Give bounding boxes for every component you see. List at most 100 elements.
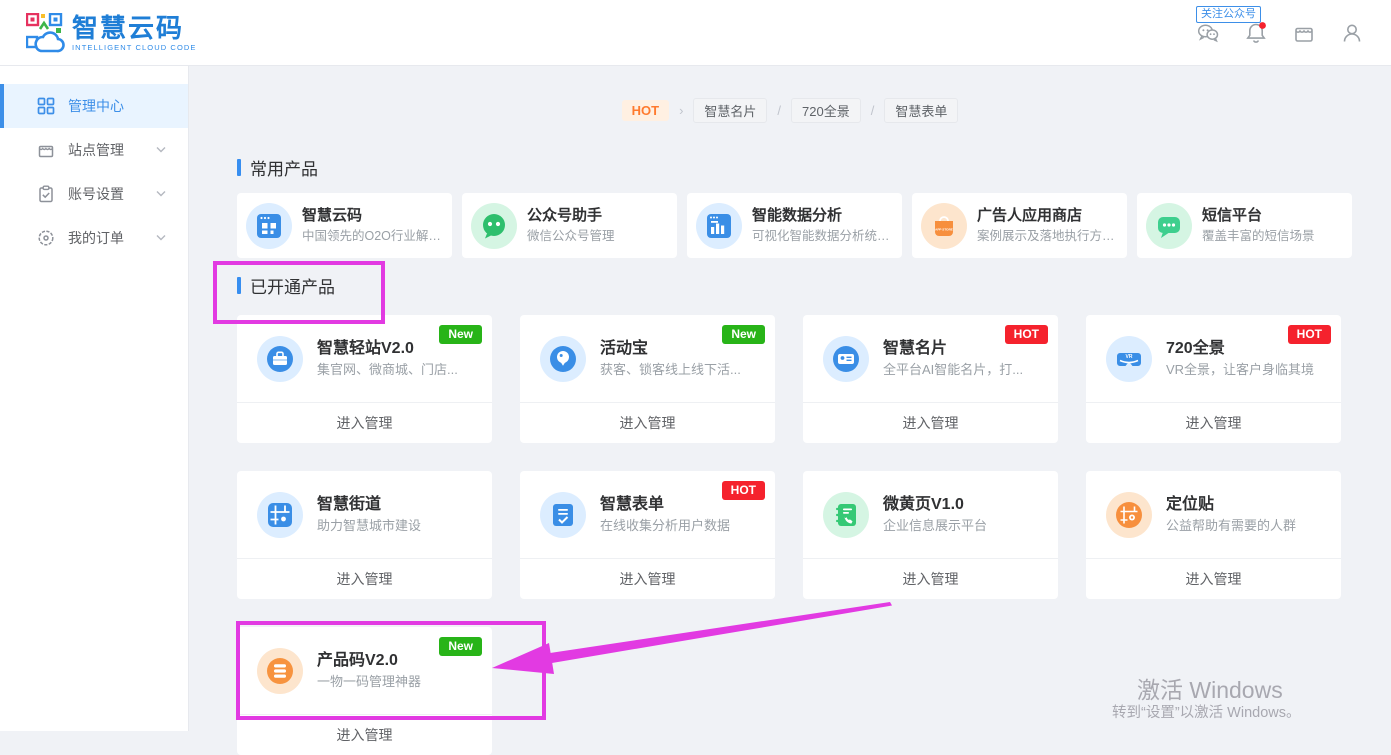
street-map-icon: [257, 492, 303, 538]
card-light-site[interactable]: New 智慧轻站V2.0 集官网、微商城、门店... 进入管理: [237, 315, 492, 443]
wechat-icon[interactable]: [1196, 21, 1220, 45]
logo-qr-cloud-icon: [26, 13, 66, 53]
clipboard-check-icon: [37, 185, 55, 203]
product-title: 智慧名片: [883, 339, 1023, 359]
grid-icon: [37, 97, 55, 115]
id-card-icon: [823, 336, 869, 382]
hot-badge: HOT: [1288, 325, 1331, 344]
svg-text:APP STORE: APP STORE: [935, 227, 953, 231]
user-icon[interactable]: [1340, 21, 1364, 45]
hot-tag[interactable]: HOT: [622, 100, 669, 121]
title-accent-bar: [237, 159, 241, 176]
enter-manage-button[interactable]: 进入管理: [1086, 558, 1341, 599]
storefront-icon: [37, 141, 55, 159]
product-title: 智慧表单: [600, 495, 730, 515]
breadcrumb-item-smart-form[interactable]: 智慧表单: [884, 98, 958, 123]
app-logo[interactable]: 智慧云码 INTELLIGENT CLOUD CODE: [26, 13, 197, 53]
title-accent-bar: [237, 277, 241, 294]
card-smart-form[interactable]: HOT 智慧表单 在线收集分析用户数据 进入管理: [520, 471, 775, 599]
sidebar-item-label: 我的订单: [68, 228, 124, 248]
card-ad-app-store[interactable]: APP STORE 广告人应用商店 案例展示及落地执行方案下载: [912, 193, 1127, 258]
sidebar-item-label: 站点管理: [68, 140, 124, 160]
store-icon[interactable]: [1292, 21, 1316, 45]
product-title: 活动宝: [600, 339, 741, 359]
bar-chart-icon: [696, 203, 742, 249]
product-desc: 案例展示及落地执行方案下载: [977, 228, 1127, 245]
hot-badge: HOT: [722, 481, 765, 500]
section-title-opened: 已开通产品: [237, 273, 335, 298]
product-title: 公众号助手: [527, 206, 615, 226]
product-title: 短信平台: [1202, 206, 1315, 226]
breadcrumb-item-720-panorama[interactable]: 720全景: [791, 98, 861, 123]
product-title: 定位贴: [1166, 495, 1296, 515]
card-official-account-helper[interactable]: 公众号助手 微信公众号管理: [462, 193, 677, 258]
enter-manage-button[interactable]: 进入管理: [237, 558, 492, 599]
product-desc: 微信公众号管理: [527, 228, 615, 245]
qr-browser-icon: [246, 203, 292, 249]
product-title: 产品码V2.0: [317, 651, 421, 671]
breadcrumb-chevron: ›: [679, 103, 683, 118]
product-desc: 覆盖丰富的短信场景: [1202, 228, 1315, 245]
product-desc: 一物一码管理神器: [317, 673, 421, 690]
enter-manage-button[interactable]: 进入管理: [520, 558, 775, 599]
order-icon: [37, 229, 55, 247]
product-title: 微黄页V1.0: [883, 495, 987, 515]
product-desc: 集官网、微商城、门店...: [317, 361, 458, 378]
enter-manage-button[interactable]: 进入管理: [1086, 402, 1341, 443]
sidebar-item-account-settings[interactable]: 账号设置: [0, 172, 188, 216]
product-code-icon: [257, 648, 303, 694]
new-badge: New: [722, 325, 765, 344]
wechat-bubble-icon: [471, 203, 517, 249]
product-title: 智慧街道: [317, 495, 421, 515]
enter-manage-button[interactable]: 进入管理: [237, 714, 492, 755]
briefcase-icon: [257, 336, 303, 382]
card-720-panorama[interactable]: HOT VR 720全景 VR全景，让客户身临其境 进入管理: [1086, 315, 1341, 443]
chevron-down-icon: [156, 190, 166, 197]
card-smart-cloud-code[interactable]: 智慧云码 中国领先的O2O行业解决方...: [237, 193, 452, 258]
sidebar-item-label: 账号设置: [68, 184, 124, 204]
sidebar-item-my-orders[interactable]: 我的订单: [0, 216, 188, 260]
section-title-common: 常用产品: [237, 155, 318, 180]
location-pin-icon: [1106, 492, 1152, 538]
sidebar: 管理中心 站点管理 账号设置 我的订单: [0, 66, 189, 731]
card-location-sticker[interactable]: 定位贴 公益帮助有需要的人群 进入管理: [1086, 471, 1341, 599]
vr-headset-icon: VR: [1106, 336, 1152, 382]
sidebar-item-site-management[interactable]: 站点管理: [0, 128, 188, 172]
breadcrumb-separator: /: [871, 103, 875, 118]
sidebar-item-management-center[interactable]: 管理中心: [0, 84, 188, 128]
product-desc: 全平台AI智能名片，打...: [883, 361, 1023, 378]
card-sms-platform[interactable]: 短信平台 覆盖丰富的短信场景: [1137, 193, 1352, 258]
shopping-bag-icon: APP STORE: [921, 203, 967, 249]
app-header: 智慧云码 INTELLIGENT CLOUD CODE 关注公众号: [0, 0, 1391, 66]
common-products-row: 智慧云码 中国领先的O2O行业解决方... 公众号助手 微信公众号管理 智能数: [237, 193, 1352, 258]
notification-dot: [1259, 22, 1266, 29]
hot-badge: HOT: [1005, 325, 1048, 344]
enter-manage-button[interactable]: 进入管理: [803, 558, 1058, 599]
product-title: 广告人应用商店: [977, 206, 1127, 226]
card-activity-treasure[interactable]: New 活动宝 获客、锁客线上线下活... 进入管理: [520, 315, 775, 443]
product-title: 智慧轻站V2.0: [317, 339, 458, 359]
breadcrumb-separator: /: [777, 103, 781, 118]
product-desc: 获客、锁客线上线下活...: [600, 361, 741, 378]
app-subtitle: INTELLIGENT CLOUD CODE: [72, 43, 197, 52]
breadcrumb: HOT › 智慧名片 / 720全景 / 智慧表单: [189, 98, 1391, 123]
product-desc: 中国领先的O2O行业解决方...: [302, 228, 452, 245]
product-desc: 可视化智能数据分析统计平台: [752, 228, 902, 245]
follow-official-account-tooltip: 关注公众号: [1196, 6, 1261, 23]
card-micro-yellow-pages[interactable]: 微黄页V1.0 企业信息展示平台 进入管理: [803, 471, 1058, 599]
product-desc: 企业信息展示平台: [883, 517, 987, 534]
bell-icon[interactable]: [1244, 21, 1268, 45]
enter-manage-button[interactable]: 进入管理: [237, 402, 492, 443]
enter-manage-button[interactable]: 进入管理: [520, 402, 775, 443]
product-desc: 公益帮助有需要的人群: [1166, 517, 1296, 534]
card-smart-business-card[interactable]: HOT 智慧名片 全平台AI智能名片，打... 进入管理: [803, 315, 1058, 443]
chevron-down-icon: [156, 146, 166, 153]
new-badge: New: [439, 325, 482, 344]
product-title: 智能数据分析: [752, 206, 902, 226]
chevron-down-icon: [156, 234, 166, 241]
card-smart-street[interactable]: 智慧街道 助力智慧城市建设 进入管理: [237, 471, 492, 599]
enter-manage-button[interactable]: 进入管理: [803, 402, 1058, 443]
card-product-code[interactable]: New 产品码V2.0 一物一码管理神器 进入管理: [237, 627, 492, 755]
breadcrumb-item-smart-card[interactable]: 智慧名片: [693, 98, 767, 123]
card-data-analysis[interactable]: 智能数据分析 可视化智能数据分析统计平台: [687, 193, 902, 258]
